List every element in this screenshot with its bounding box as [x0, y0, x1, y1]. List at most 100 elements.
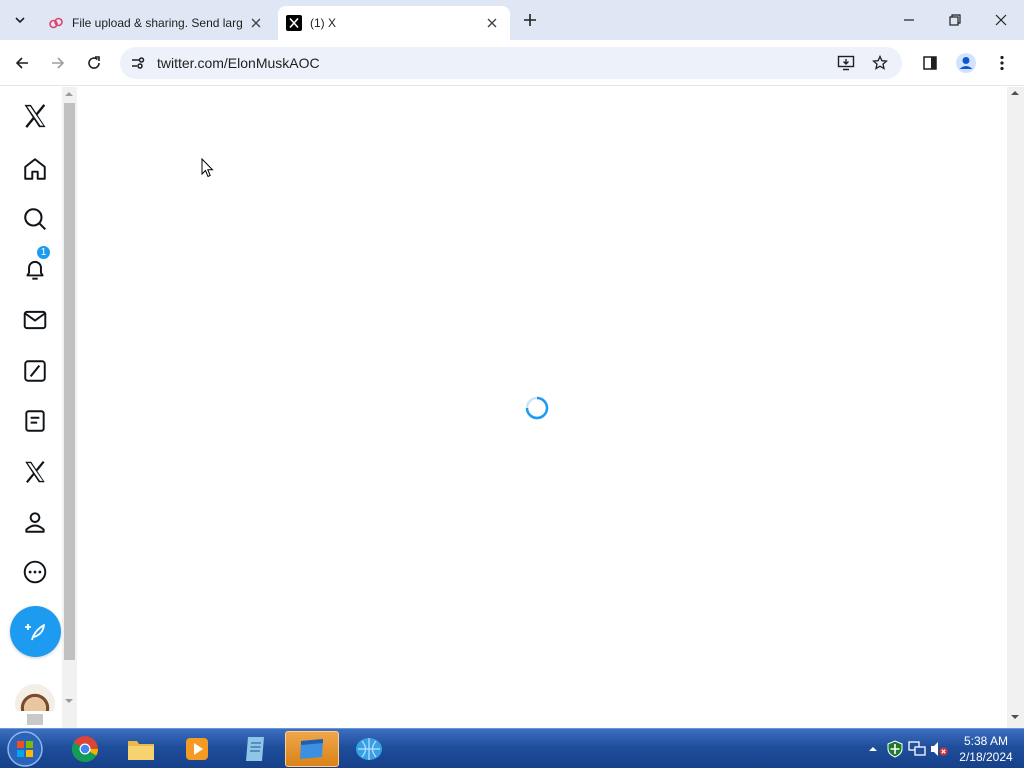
- side-panel-button[interactable]: [916, 49, 944, 77]
- compose-post-button[interactable]: [10, 606, 61, 657]
- nav-notifications[interactable]: 1: [15, 245, 55, 290]
- x-sidebar-nav: 1: [0, 87, 62, 728]
- taskbar-network-app[interactable]: [342, 731, 396, 767]
- minimize-button[interactable]: [886, 0, 932, 40]
- bookmark-star-icon[interactable]: [868, 51, 892, 75]
- reload-button[interactable]: [80, 49, 108, 77]
- close-icon: [487, 18, 497, 28]
- plus-icon: [524, 14, 536, 26]
- forward-button[interactable]: [44, 49, 72, 77]
- tab-strip: File upload & sharing. Send larg (1) X: [0, 0, 1024, 40]
- show-hidden-icons-button[interactable]: [862, 738, 884, 760]
- site-settings-icon[interactable]: [126, 51, 150, 75]
- chevron-down-icon: [15, 17, 25, 24]
- start-button[interactable]: [3, 730, 47, 768]
- profile-avatar-icon: [956, 53, 976, 73]
- feather-plus-icon: [24, 623, 45, 640]
- side-panel-icon: [923, 56, 937, 70]
- close-icon: [251, 18, 261, 28]
- chevron-up-icon: [869, 747, 877, 751]
- x-home-logo-link[interactable]: [15, 96, 55, 136]
- tab-file-upload[interactable]: File upload & sharing. Send larg: [40, 6, 274, 40]
- chrome-icon: [71, 736, 99, 763]
- address-bar[interactable]: twitter.com/ElonMuskAOC: [120, 47, 902, 79]
- sidebar-scrollbar-thumb[interactable]: [64, 103, 75, 660]
- active-window-icon: [300, 739, 323, 759]
- bell-icon: [26, 260, 44, 280]
- back-button[interactable]: [8, 49, 36, 77]
- close-window-button[interactable]: [978, 0, 1024, 40]
- tray-security[interactable]: [884, 738, 906, 760]
- windows-taskbar: 5:38 AM 2/18/2024: [0, 728, 1024, 768]
- loading-spinner-icon: [525, 396, 549, 420]
- nav-explore[interactable]: [15, 199, 55, 239]
- page-scrollbar[interactable]: [1007, 87, 1024, 728]
- taskbar-media-player[interactable]: [170, 731, 224, 767]
- taskbar-active-window[interactable]: [285, 731, 339, 767]
- notification-badge: 1: [36, 245, 51, 260]
- kebab-menu-icon: [1000, 55, 1004, 71]
- nav-grok[interactable]: [15, 351, 55, 391]
- shield-icon: [887, 740, 903, 758]
- nav-more[interactable]: [15, 552, 55, 592]
- close-icon: [995, 14, 1007, 26]
- x-logo-icon: [286, 15, 302, 31]
- taskbar-file-explorer[interactable]: [114, 731, 168, 767]
- tab-search-button[interactable]: [8, 8, 32, 32]
- horizontal-scrollbar[interactable]: [0, 711, 62, 728]
- tray-network[interactable]: [906, 738, 928, 760]
- profile-icon: [25, 512, 45, 533]
- network-globe-icon: [356, 738, 382, 760]
- profile-button[interactable]: [952, 49, 980, 77]
- x-logo-icon: [24, 104, 46, 128]
- scroll-up-arrow-icon[interactable]: [65, 92, 73, 96]
- cloud-link-icon: [48, 15, 64, 31]
- page-viewport: 1: [0, 87, 1024, 728]
- new-tab-button[interactable]: [518, 8, 542, 32]
- mouse-cursor-icon: [201, 158, 214, 178]
- arrow-left-icon: [15, 57, 28, 69]
- sidebar-scrollbar[interactable]: [62, 87, 77, 728]
- grok-icon: [24, 360, 46, 382]
- scroll-down-arrow-icon[interactable]: [65, 699, 73, 703]
- more-icon: [23, 560, 47, 584]
- windows-logo-icon: [7, 731, 43, 767]
- home-icon: [24, 158, 46, 180]
- network-icon: [908, 741, 926, 756]
- tab-title: (1) X: [310, 16, 337, 30]
- reload-icon: [88, 56, 100, 69]
- taskbar-notepad[interactable]: [228, 731, 282, 767]
- chrome-menu-button[interactable]: [988, 49, 1016, 77]
- scroll-up-arrow-icon[interactable]: [1011, 91, 1019, 95]
- arrow-right-icon: [52, 57, 65, 69]
- tray-volume[interactable]: [928, 738, 950, 760]
- minimize-icon: [904, 19, 914, 21]
- install-app-icon[interactable]: [834, 51, 858, 75]
- mail-icon: [23, 310, 47, 330]
- clock-date: 2/18/2024: [959, 750, 1013, 764]
- media-player-icon: [186, 738, 208, 760]
- system-tray: 5:38 AM 2/18/2024: [862, 729, 1024, 769]
- clock-time: 5:38 AM: [963, 734, 1009, 748]
- premium-x-icon: [25, 461, 45, 483]
- nav-profile[interactable]: [15, 502, 55, 542]
- close-tab-button[interactable]: [482, 13, 502, 33]
- horizontal-scrollbar-thumb[interactable]: [27, 714, 43, 725]
- tab-title: File upload & sharing. Send larg: [72, 16, 243, 30]
- file-explorer-icon: [128, 741, 154, 760]
- nav-messages[interactable]: [15, 300, 55, 340]
- nav-lists[interactable]: [15, 401, 55, 441]
- restore-button[interactable]: [932, 0, 978, 40]
- nav-premium[interactable]: [15, 452, 55, 492]
- search-icon: [24, 208, 47, 231]
- url-text: twitter.com/ElonMuskAOC: [157, 55, 320, 71]
- scroll-down-arrow-icon[interactable]: [1011, 715, 1019, 719]
- notepad-icon: [246, 737, 264, 761]
- browser-toolbar: twitter.com/ElonMuskAOC: [0, 40, 1024, 86]
- lists-icon: [25, 410, 45, 432]
- clock[interactable]: 5:38 AM 2/18/2024: [954, 733, 1018, 765]
- taskbar-chrome[interactable]: [58, 731, 112, 767]
- close-tab-button[interactable]: [246, 13, 266, 33]
- nav-home[interactable]: [15, 149, 55, 189]
- tab-x[interactable]: (1) X: [278, 6, 510, 40]
